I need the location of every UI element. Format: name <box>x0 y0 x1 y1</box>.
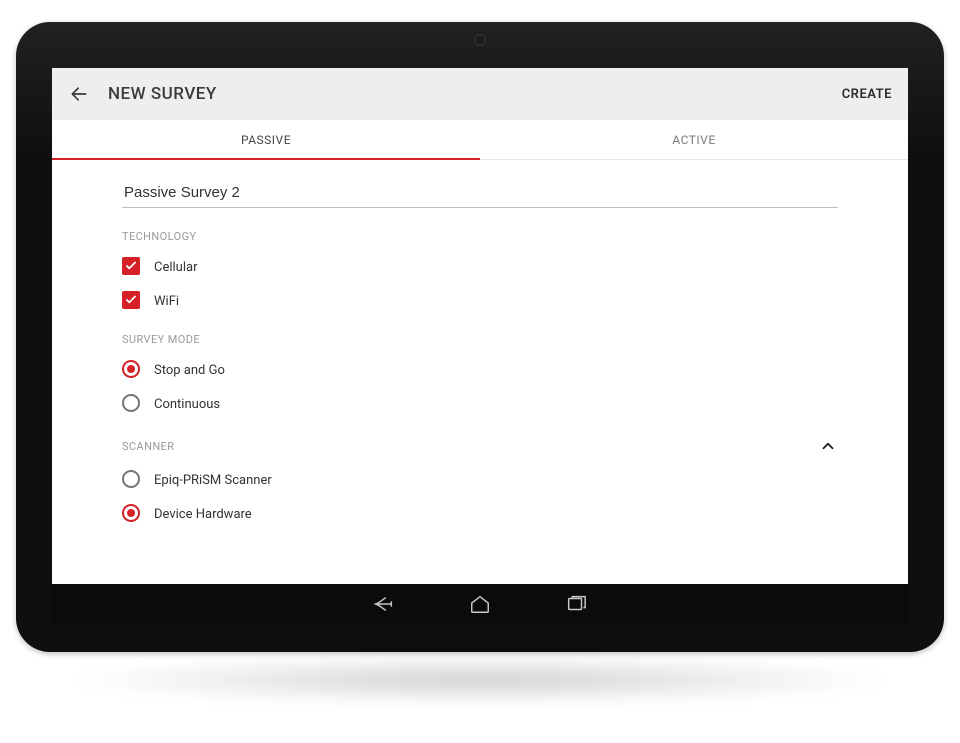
form-body: TECHNOLOGY Cellular WiFi <box>52 160 908 584</box>
chevron-up-icon[interactable] <box>818 436 838 456</box>
scanner-section-header: SCANNER <box>122 436 838 456</box>
technology-wifi-row[interactable]: WiFi <box>122 291 838 311</box>
scanner-epiq-label: Epiq-PRiSM Scanner <box>154 473 272 488</box>
app-screen: NEW SURVEY CREATE PASSIVE ACTIVE TECHNOL… <box>52 68 908 584</box>
survey-mode-section-label: SURVEY MODE <box>122 333 838 346</box>
scanner-epiq-row[interactable]: Epiq-PRiSM Scanner <box>122 470 838 490</box>
survey-name-input[interactable] <box>122 178 838 208</box>
create-button[interactable]: CREATE <box>842 87 892 102</box>
tablet-shadow <box>60 655 900 705</box>
radio-unselected-icon <box>122 470 140 488</box>
survey-mode-continuous-label: Continuous <box>154 397 220 412</box>
scanner-device-label: Device Hardware <box>154 507 252 522</box>
tab-bar: PASSIVE ACTIVE <box>52 120 908 160</box>
tab-passive[interactable]: PASSIVE <box>52 120 480 159</box>
technology-wifi-label: WiFi <box>154 294 179 309</box>
page-title: NEW SURVEY <box>108 84 217 104</box>
checkbox-checked-icon <box>122 291 140 309</box>
survey-mode-stop-and-go-row[interactable]: Stop and Go <box>122 360 838 380</box>
back-arrow-icon[interactable] <box>68 83 90 105</box>
tablet-camera <box>474 34 486 46</box>
technology-cellular-row[interactable]: Cellular <box>122 257 838 277</box>
survey-mode-stop-and-go-label: Stop and Go <box>154 363 225 378</box>
scanner-device-row[interactable]: Device Hardware <box>122 504 838 524</box>
checkbox-checked-icon <box>122 257 140 275</box>
android-home-icon[interactable] <box>467 591 493 617</box>
scanner-section-label: SCANNER <box>122 440 818 453</box>
tab-active-label: ACTIVE <box>672 133 715 147</box>
radio-selected-icon <box>122 360 140 378</box>
radio-selected-icon <box>122 504 140 522</box>
android-back-icon[interactable] <box>371 591 397 617</box>
tab-passive-label: PASSIVE <box>241 133 291 147</box>
survey-mode-continuous-row[interactable]: Continuous <box>122 394 838 414</box>
android-nav-bar <box>52 584 908 624</box>
tab-active[interactable]: ACTIVE <box>480 120 908 159</box>
tablet-frame: NEW SURVEY CREATE PASSIVE ACTIVE TECHNOL… <box>16 22 944 652</box>
technology-cellular-label: Cellular <box>154 260 197 275</box>
technology-section-label: TECHNOLOGY <box>122 230 838 243</box>
radio-unselected-icon <box>122 394 140 412</box>
app-bar: NEW SURVEY CREATE <box>52 68 908 120</box>
android-recents-icon[interactable] <box>563 591 589 617</box>
